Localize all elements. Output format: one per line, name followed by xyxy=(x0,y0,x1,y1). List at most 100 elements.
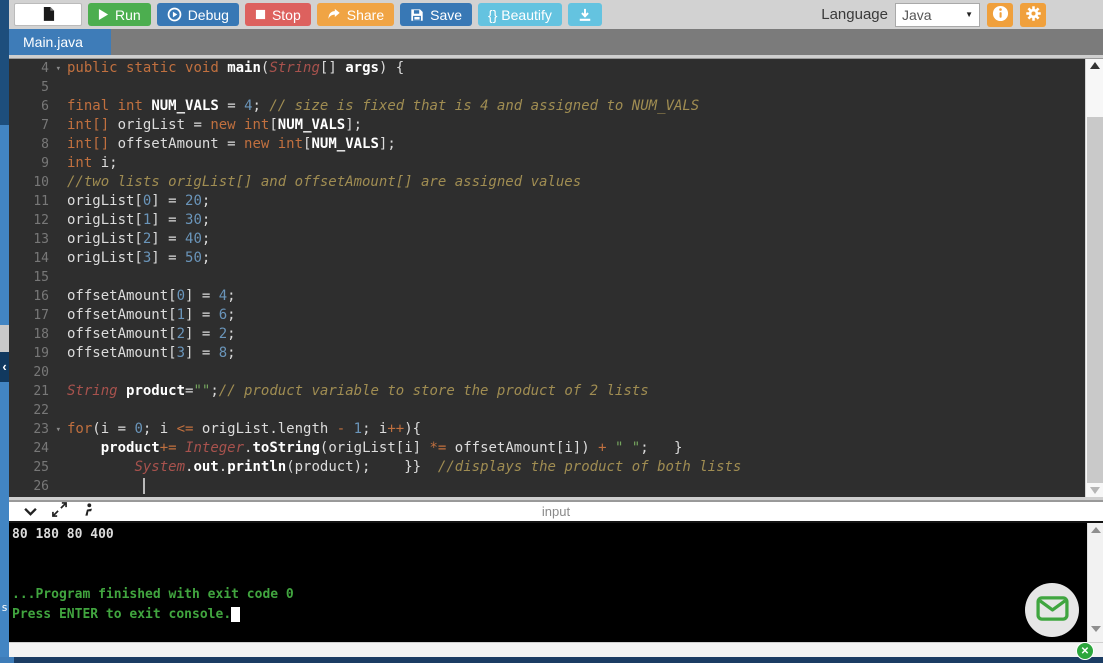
code-line[interactable]: 15 xyxy=(9,268,1085,287)
code-line[interactable]: 14origList[3] = 50; xyxy=(9,249,1085,268)
new-file-button[interactable] xyxy=(14,3,82,26)
download-icon xyxy=(578,8,592,22)
code-line[interactable]: 16offsetAmount[0] = 4; xyxy=(9,287,1085,306)
beautify-button[interactable]: {} Beautify xyxy=(478,3,562,26)
info-icon xyxy=(992,5,1009,25)
code-line[interactable]: 20 xyxy=(9,363,1085,382)
code-line[interactable]: 9int i; xyxy=(9,154,1085,173)
code-line[interactable]: 6final int NUM_VALS = 4; // size is fixe… xyxy=(9,97,1085,116)
run-label: Run xyxy=(115,7,141,23)
toolbar-buttons: Run Debug Stop Share Save {} Beautify xyxy=(82,3,602,26)
code-line[interactable]: 23▾for(i = 0; i <= origList.length - 1; … xyxy=(9,420,1085,439)
line-number: 24 xyxy=(9,439,55,458)
language-value: Java xyxy=(902,7,932,23)
code-line[interactable]: 26 xyxy=(9,477,1085,496)
text-cursor xyxy=(143,478,145,494)
gear-icon xyxy=(1025,5,1042,25)
envelope-icon xyxy=(1036,596,1069,624)
code-text: //two lists origList[] and offsetAmount[… xyxy=(55,173,581,192)
code-text xyxy=(55,401,67,420)
code-line[interactable]: 5 xyxy=(9,78,1085,97)
left-sidebar-rail[interactable]: ‹s xyxy=(0,0,9,663)
line-number: 21 xyxy=(9,382,55,401)
rail-segment[interactable] xyxy=(0,125,9,325)
code-line[interactable]: 17offsetAmount[1] = 6; xyxy=(9,306,1085,325)
bottom-bar xyxy=(0,657,1103,663)
console-scrollbar[interactable] xyxy=(1087,523,1103,642)
download-button[interactable] xyxy=(568,3,602,26)
console-scroll-up-icon[interactable] xyxy=(1091,527,1101,533)
rail-segment[interactable] xyxy=(0,616,9,663)
code-line[interactable]: 18offsetAmount[2] = 2; xyxy=(9,325,1085,344)
settings-button[interactable] xyxy=(1020,3,1046,27)
debug-button[interactable]: Debug xyxy=(157,3,239,26)
select-caret-icon: ▼ xyxy=(965,10,973,19)
chat-widget-button[interactable] xyxy=(1025,583,1079,637)
info-button[interactable] xyxy=(987,3,1013,27)
tab-main-java[interactable]: Main.java xyxy=(9,29,111,55)
line-number: 20 xyxy=(9,363,55,382)
console-lines: 80 180 80 400...Program finished with ex… xyxy=(12,526,1087,626)
code-line[interactable]: 7int[] origList = new int[NUM_VALS]; xyxy=(9,116,1085,135)
rail-segment[interactable] xyxy=(0,0,9,125)
share-button[interactable]: Share xyxy=(317,3,394,26)
code-line[interactable]: 11origList[0] = 20; xyxy=(9,192,1085,211)
console-collapse-button[interactable] xyxy=(23,503,38,521)
code-line[interactable]: 21String product="";// product variable … xyxy=(9,382,1085,401)
code-editor[interactable]: 4▾public static void main(String[] args)… xyxy=(9,59,1085,497)
fold-caret-icon[interactable]: ▾ xyxy=(56,421,61,440)
code-text: String product="";// product variable to… xyxy=(55,382,649,401)
stop-button[interactable]: Stop xyxy=(245,3,311,26)
play-icon xyxy=(98,8,109,21)
share-label: Share xyxy=(347,7,384,23)
editor-scrollbar-thumb[interactable] xyxy=(1087,117,1103,483)
code-line[interactable]: 22 xyxy=(9,401,1085,420)
console-block-cursor xyxy=(231,607,240,622)
language-group: Language Java ▼ xyxy=(821,3,1046,27)
console-output[interactable]: 80 180 80 400...Program finished with ex… xyxy=(9,523,1087,642)
console-scroll-down-icon[interactable] xyxy=(1091,626,1101,632)
console-status-line: ...Program finished with exit code 0 xyxy=(12,586,1087,606)
chevron-down-icon xyxy=(23,503,38,521)
editor-scrollbar[interactable] xyxy=(1085,59,1103,497)
console-output-line xyxy=(12,566,1087,586)
chat-close-button[interactable]: ✕ xyxy=(1076,642,1094,660)
line-number: 15 xyxy=(9,268,55,287)
console-input-label: input xyxy=(9,504,1103,519)
line-number: 16 xyxy=(9,287,55,306)
language-select[interactable]: Java ▼ xyxy=(895,3,980,27)
code-text: offsetAmount[1] = 6; xyxy=(55,306,236,325)
code-line[interactable]: 8int[] offsetAmount = new int[NUM_VALS]; xyxy=(9,135,1085,154)
scroll-down-icon[interactable] xyxy=(1090,487,1100,494)
line-number: 17 xyxy=(9,306,55,325)
rail-segment[interactable]: s xyxy=(0,600,9,616)
line-number: 26 xyxy=(9,477,55,496)
code-text: System.out.println(product); }} //displa… xyxy=(55,458,741,477)
console-expand-button[interactable] xyxy=(52,502,67,522)
language-label: Language xyxy=(821,6,888,23)
console-share-button[interactable] xyxy=(81,502,95,522)
save-button[interactable]: Save xyxy=(400,3,472,26)
line-number: 13 xyxy=(9,230,55,249)
code-line[interactable]: 25 System.out.println(product); }} //dis… xyxy=(9,458,1085,477)
stop-label: Stop xyxy=(272,7,301,23)
rail-collapse-segment[interactable]: ‹ xyxy=(0,352,9,382)
code-line[interactable]: 24 product+= Integer.toString(origList[i… xyxy=(9,439,1085,458)
run-button[interactable]: Run xyxy=(88,3,151,26)
console-output-line xyxy=(12,546,1087,566)
stop-icon xyxy=(255,9,266,20)
code-line[interactable]: 10//two lists origList[] and offsetAmoun… xyxy=(9,173,1085,192)
code-line[interactable]: 19offsetAmount[3] = 8; xyxy=(9,344,1085,363)
code-line[interactable]: 12origList[1] = 30; xyxy=(9,211,1085,230)
line-number: 19 xyxy=(9,344,55,363)
rail-segment[interactable] xyxy=(0,382,9,600)
code-text: int[] origList = new int[NUM_VALS]; xyxy=(55,116,362,135)
line-number: 8 xyxy=(9,135,55,154)
console-status-line: Press ENTER to exit console. xyxy=(12,606,1087,626)
code-line[interactable]: 13origList[2] = 40; xyxy=(9,230,1085,249)
code-line[interactable]: 4▾public static void main(String[] args)… xyxy=(9,59,1085,78)
rail-segment[interactable] xyxy=(0,325,9,352)
scroll-up-icon[interactable] xyxy=(1090,62,1100,69)
code-text xyxy=(55,78,67,97)
fold-caret-icon[interactable]: ▾ xyxy=(56,60,61,79)
